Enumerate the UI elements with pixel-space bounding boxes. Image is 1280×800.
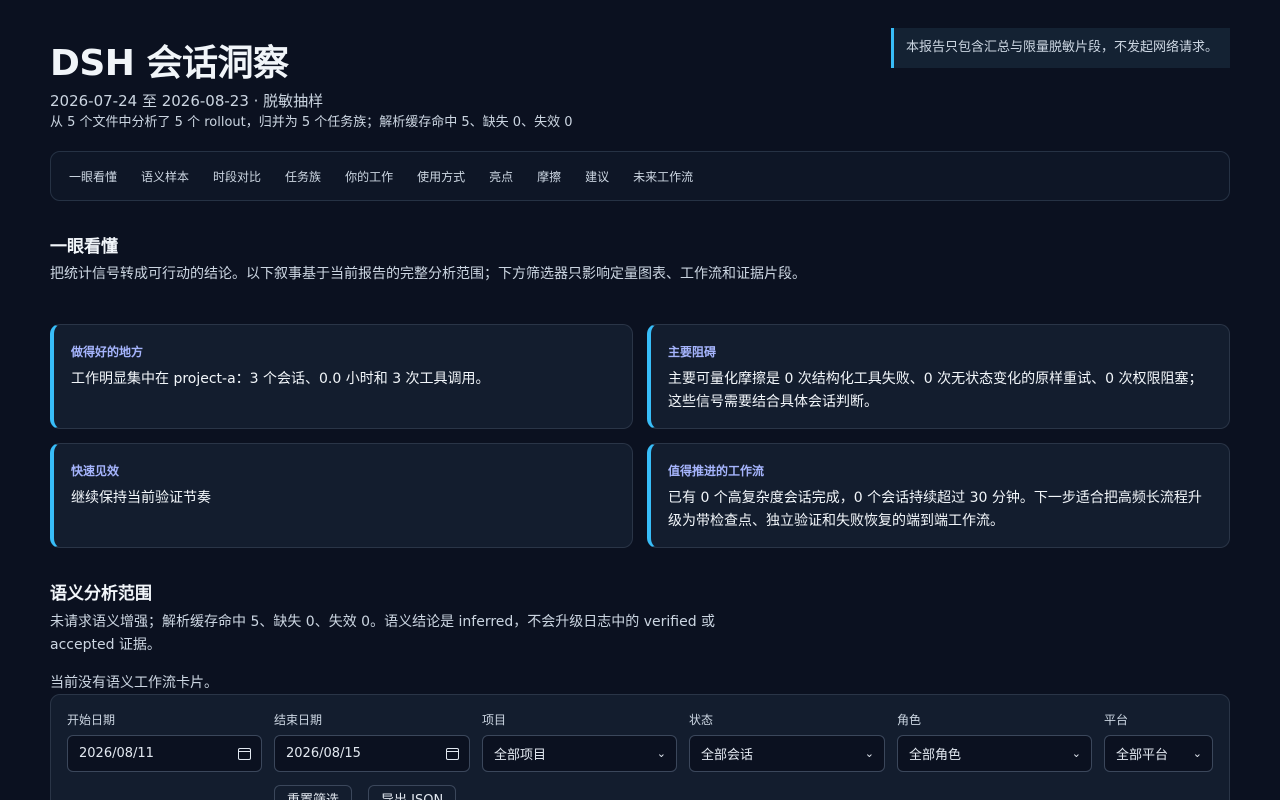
platform-label: 平台 (1104, 713, 1129, 727)
start-date-value: 2026/08/11 (79, 746, 154, 761)
end-date-field: 结束日期 2026/08/15 (274, 711, 470, 772)
nav-item-suggestions[interactable]: 建议 (585, 168, 609, 185)
project-field: 项目 全部项目 ⌄ (482, 711, 677, 772)
insight-card-strength: 做得好的地方 工作明显集中在 project-a：3 个会话、0.0 小时和 3… (50, 324, 633, 429)
calendar-icon[interactable] (446, 747, 459, 760)
end-date-input[interactable]: 2026/08/15 (274, 735, 470, 772)
chevron-down-icon: ⌄ (656, 747, 666, 760)
semantic-empty-state: 当前没有语义工作流卡片。 (50, 675, 218, 691)
nav-item-highlights[interactable]: 亮点 (489, 168, 513, 185)
project-value: 全部项目 (494, 748, 547, 763)
export-json-button[interactable]: 导出 JSON (368, 785, 457, 800)
card-label: 做得好的地方 (71, 345, 144, 359)
semantic-title: 语义分析范围 (50, 584, 152, 604)
platform-select[interactable]: 全部平台 ⌄ (1104, 735, 1213, 772)
role-label: 角色 (897, 713, 922, 727)
nav-item-overview[interactable]: 一眼看懂 (69, 168, 117, 185)
status-select[interactable]: 全部会话 ⌄ (689, 735, 885, 772)
card-label: 快速见效 (71, 464, 120, 478)
platform-field: 平台 全部平台 ⌄ (1104, 711, 1213, 772)
project-select[interactable]: 全部项目 ⌄ (482, 735, 677, 772)
nav-item-usage[interactable]: 使用方式 (417, 168, 465, 185)
card-label: 值得推进的工作流 (668, 464, 765, 478)
start-date-label: 开始日期 (67, 713, 116, 727)
project-label: 项目 (482, 713, 507, 727)
card-text: 主要可量化摩擦是 0 次结构化工具失败、0 次无状态变化的原样重试、0 次权限阻… (668, 371, 1203, 410)
overview-description: 把统计信号转成可行动的结论。以下叙事基于当前报告的完整分析范围；下方筛选器只影响… (50, 266, 806, 282)
chevron-down-icon: ⌄ (864, 747, 874, 760)
report-page: DSH 会话洞察 2026-07-24 至 2026-08-23 · 脱敏抽样 … (50, 0, 1230, 800)
nav-item-semantic-samples[interactable]: 语义样本 (141, 168, 189, 185)
chevron-down-icon: ⌄ (1071, 747, 1081, 760)
filter-panel: 开始日期 2026/08/11 结束日期 2026/08/15 项目 全部项目 … (50, 694, 1230, 800)
section-nav: 一眼看懂 语义样本 时段对比 任务族 你的工作 使用方式 亮点 摩擦 建议 未来… (50, 151, 1230, 201)
end-date-label: 结束日期 (274, 713, 323, 727)
semantic-description: 未请求语义增强；解析缓存命中 5、缺失 0、失效 0。语义结论是 inferre… (50, 614, 716, 653)
status-value: 全部会话 (701, 748, 754, 763)
overview-title: 一眼看懂 (50, 237, 118, 257)
nav-item-friction[interactable]: 摩擦 (537, 168, 561, 185)
status-field: 状态 全部会话 ⌄ (689, 711, 885, 772)
card-text: 继续保持当前验证节奏 (71, 490, 211, 506)
page-title: DSH 会话洞察 (50, 43, 289, 84)
insight-card-blocker: 主要阻碍 主要可量化摩擦是 0 次结构化工具失败、0 次无状态变化的原样重试、0… (647, 324, 1230, 429)
nav-item-period-compare[interactable]: 时段对比 (213, 168, 261, 185)
role-value: 全部角色 (909, 748, 962, 763)
card-text: 已有 0 个高复杂度会话完成，0 个会话持续超过 30 分钟。下一步适合把高频长… (668, 490, 1202, 529)
report-header: DSH 会话洞察 2026-07-24 至 2026-08-23 · 脱敏抽样 … (50, 0, 1230, 140)
platform-value: 全部平台 (1116, 748, 1169, 763)
calendar-icon[interactable] (238, 747, 251, 760)
nav-item-your-work[interactable]: 你的工作 (345, 168, 393, 185)
report-subtitle: 2026-07-24 至 2026-08-23 · 脱敏抽样 (50, 92, 324, 110)
start-date-input[interactable]: 2026/08/11 (67, 735, 262, 772)
role-select[interactable]: 全部角色 ⌄ (897, 735, 1092, 772)
nav-item-future-workflows[interactable]: 未来工作流 (633, 168, 693, 185)
insight-card-quick-win: 快速见效 继续保持当前验证节奏 (50, 443, 633, 548)
card-text: 工作明显集中在 project-a：3 个会话、0.0 小时和 3 次工具调用。 (71, 371, 490, 387)
chevron-down-icon: ⌄ (1192, 747, 1202, 760)
role-field: 角色 全部角色 ⌄ (897, 711, 1092, 772)
report-meta: 从 5 个文件中分析了 5 个 rollout，归并为 5 个任务族；解析缓存命… (50, 115, 573, 130)
insight-card-workflow: 值得推进的工作流 已有 0 个高复杂度会话完成，0 个会话持续超过 30 分钟。… (647, 443, 1230, 548)
end-date-value: 2026/08/15 (286, 746, 361, 761)
nav-item-task-families[interactable]: 任务族 (285, 168, 321, 185)
card-label: 主要阻碍 (668, 345, 717, 359)
status-label: 状态 (689, 713, 714, 727)
reset-filters-button[interactable]: 重置筛选 (274, 785, 353, 800)
start-date-field: 开始日期 2026/08/11 (67, 711, 262, 772)
privacy-notice: 本报告只包含汇总与限量脱敏片段，不发起网络请求。 (891, 28, 1230, 68)
